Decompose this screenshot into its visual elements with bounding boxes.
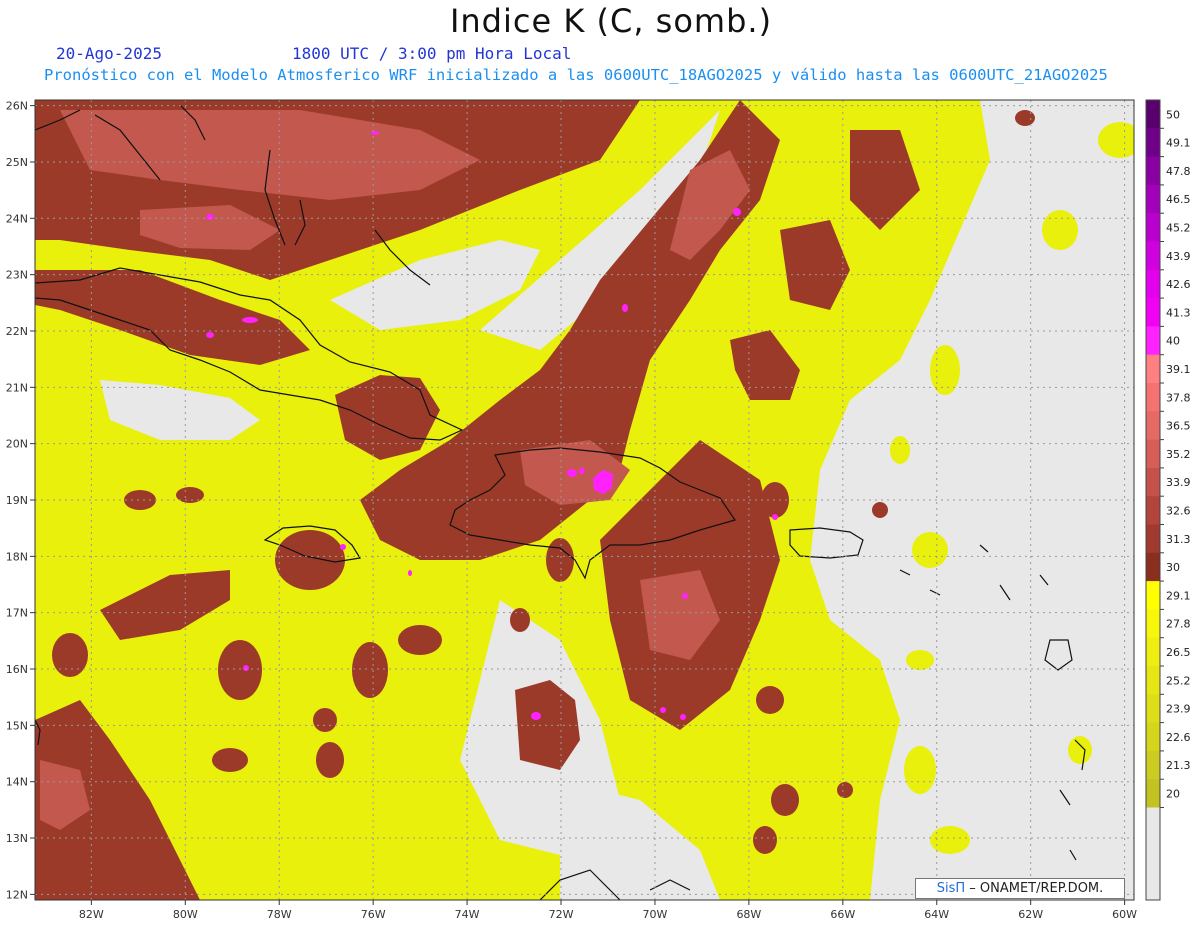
colorbar-swatch <box>1146 213 1160 242</box>
lat-tick-label: 19N <box>6 494 28 507</box>
colorbar-label: 33.9 <box>1166 476 1191 489</box>
colorbar-label: 40 <box>1166 335 1180 348</box>
colorbar-swatch <box>1146 552 1160 582</box>
colorbar-legend: 50 49.1 47.8 46.5 45.2 43.9 42.6 41.3 40 39.1 37.8… <box>1145 99 1191 901</box>
lon-tick-label: 62W <box>1018 908 1043 921</box>
colorbar-swatch <box>1146 241 1160 271</box>
colorbar-swatch <box>1146 496 1160 525</box>
colorbar-swatch <box>1146 326 1160 356</box>
colorbar-label: 39.1 <box>1166 363 1191 376</box>
colorbar-swatch <box>1146 411 1160 441</box>
colorbar-swatch <box>1146 524 1160 554</box>
lon-tick-label: 72W <box>549 908 574 921</box>
colorbar-swatch <box>1146 269 1160 299</box>
colorbar-label: 22.6 <box>1166 731 1191 744</box>
colorbar-swatch <box>1146 156 1160 186</box>
colorbar-label: 36.5 <box>1166 420 1191 433</box>
lat-tick-label: 23N <box>6 269 28 282</box>
colorbar-label: 46.5 <box>1166 193 1191 206</box>
k-index-map: 82W 80W 78W 76W 74W 72W 70W 68W 66W 64W 62W 60W 26N… <box>6 99 1191 921</box>
lat-tick-label: 13N <box>6 832 28 845</box>
colorbar-swatch <box>1146 637 1160 667</box>
colorbar-swatch <box>1146 128 1160 158</box>
credit-org: – ONAMET/REP.DOM. <box>965 881 1104 896</box>
colorbar-label: 35.2 <box>1166 448 1191 461</box>
colorbar-label: 32.6 <box>1166 505 1191 518</box>
colorbar-swatch <box>1146 298 1160 327</box>
colorbar-label: 25.2 <box>1166 674 1191 687</box>
lat-tick-label: 20N <box>6 438 28 451</box>
lat-tick-label: 14N <box>6 776 28 789</box>
lon-tick-label: 64W <box>924 908 949 921</box>
colorbar-label: 21.3 <box>1166 759 1191 772</box>
colorbar-label: 42.6 <box>1166 278 1191 291</box>
lat-tick-label: 18N <box>6 550 28 563</box>
lon-tick-label: 80W <box>173 908 198 921</box>
colorbar-label: 27.8 <box>1166 618 1191 631</box>
colorbar-swatch <box>1146 383 1160 412</box>
colorbar-label: 50 <box>1166 108 1180 121</box>
colorbar-label: 29.1 <box>1166 589 1191 602</box>
colorbar-label: 41.3 <box>1166 306 1191 319</box>
colorbar-swatch <box>1146 750 1160 780</box>
lat-tick-label: 12N <box>6 888 28 901</box>
colorbar-swatch <box>1146 467 1160 497</box>
credit-brand: SisΠ <box>936 881 966 896</box>
lat-tick-label: 25N <box>6 156 28 169</box>
lat-tick-label: 17N <box>6 607 28 620</box>
colorbar-label: 37.8 <box>1166 391 1191 404</box>
colorbar-label: 47.8 <box>1166 165 1191 178</box>
colorbar-swatch <box>1146 609 1160 639</box>
lat-tick-label: 24N <box>6 212 28 225</box>
lon-tick-label: 60W <box>1112 908 1137 921</box>
colorbar-swatch-below-20 <box>1146 807 1160 900</box>
colorbar-label: 43.9 <box>1166 250 1191 263</box>
map-field <box>35 100 1134 900</box>
lat-tick-label: 21N <box>6 381 28 394</box>
colorbar-label: 45.2 <box>1166 222 1191 235</box>
lon-tick-label: 76W <box>361 908 386 921</box>
lat-tick-label: 16N <box>6 663 28 676</box>
lat-tick-label: 26N <box>6 100 28 113</box>
colorbar-label: 20 <box>1166 788 1180 801</box>
colorbar-label: 26.5 <box>1166 646 1191 659</box>
colorbar-label: 30 <box>1166 561 1180 574</box>
colorbar-swatch <box>1146 581 1160 610</box>
lon-tick-label: 74W <box>455 908 480 921</box>
colorbar-swatch <box>1146 694 1160 724</box>
colorbar-label: 23.9 <box>1166 703 1191 716</box>
colorbar-swatch <box>1146 779 1160 808</box>
lon-tick-label: 82W <box>79 908 104 921</box>
lon-tick-label: 66W <box>830 908 855 921</box>
latitude-axis: 26N 25N 24N 23N 22N 21N 20N 19N 18N 17N 16N 15N 14N 1… <box>6 100 35 901</box>
lon-tick-label: 68W <box>736 908 761 921</box>
longitude-axis: 82W 80W 78W 76W 74W 72W 70W 68W 66W 64W 62W 60W <box>79 900 1137 921</box>
colorbar-swatch <box>1146 439 1160 469</box>
colorbar-swatch <box>1146 184 1160 214</box>
colorbar-label: 31.3 <box>1166 533 1191 546</box>
lat-tick-label: 15N <box>6 719 28 732</box>
colorbar-swatch <box>1146 722 1160 752</box>
colorbar-swatch <box>1146 666 1160 695</box>
colorbar-swatch <box>1146 354 1160 384</box>
credit-box: SisΠ – ONAMET/REP.DOM. <box>915 878 1125 899</box>
lon-tick-label: 70W <box>643 908 668 921</box>
lat-tick-label: 22N <box>6 325 28 338</box>
lon-tick-label: 78W <box>267 908 292 921</box>
colorbar-swatch <box>1146 100 1160 129</box>
colorbar-label: 49.1 <box>1166 137 1191 150</box>
